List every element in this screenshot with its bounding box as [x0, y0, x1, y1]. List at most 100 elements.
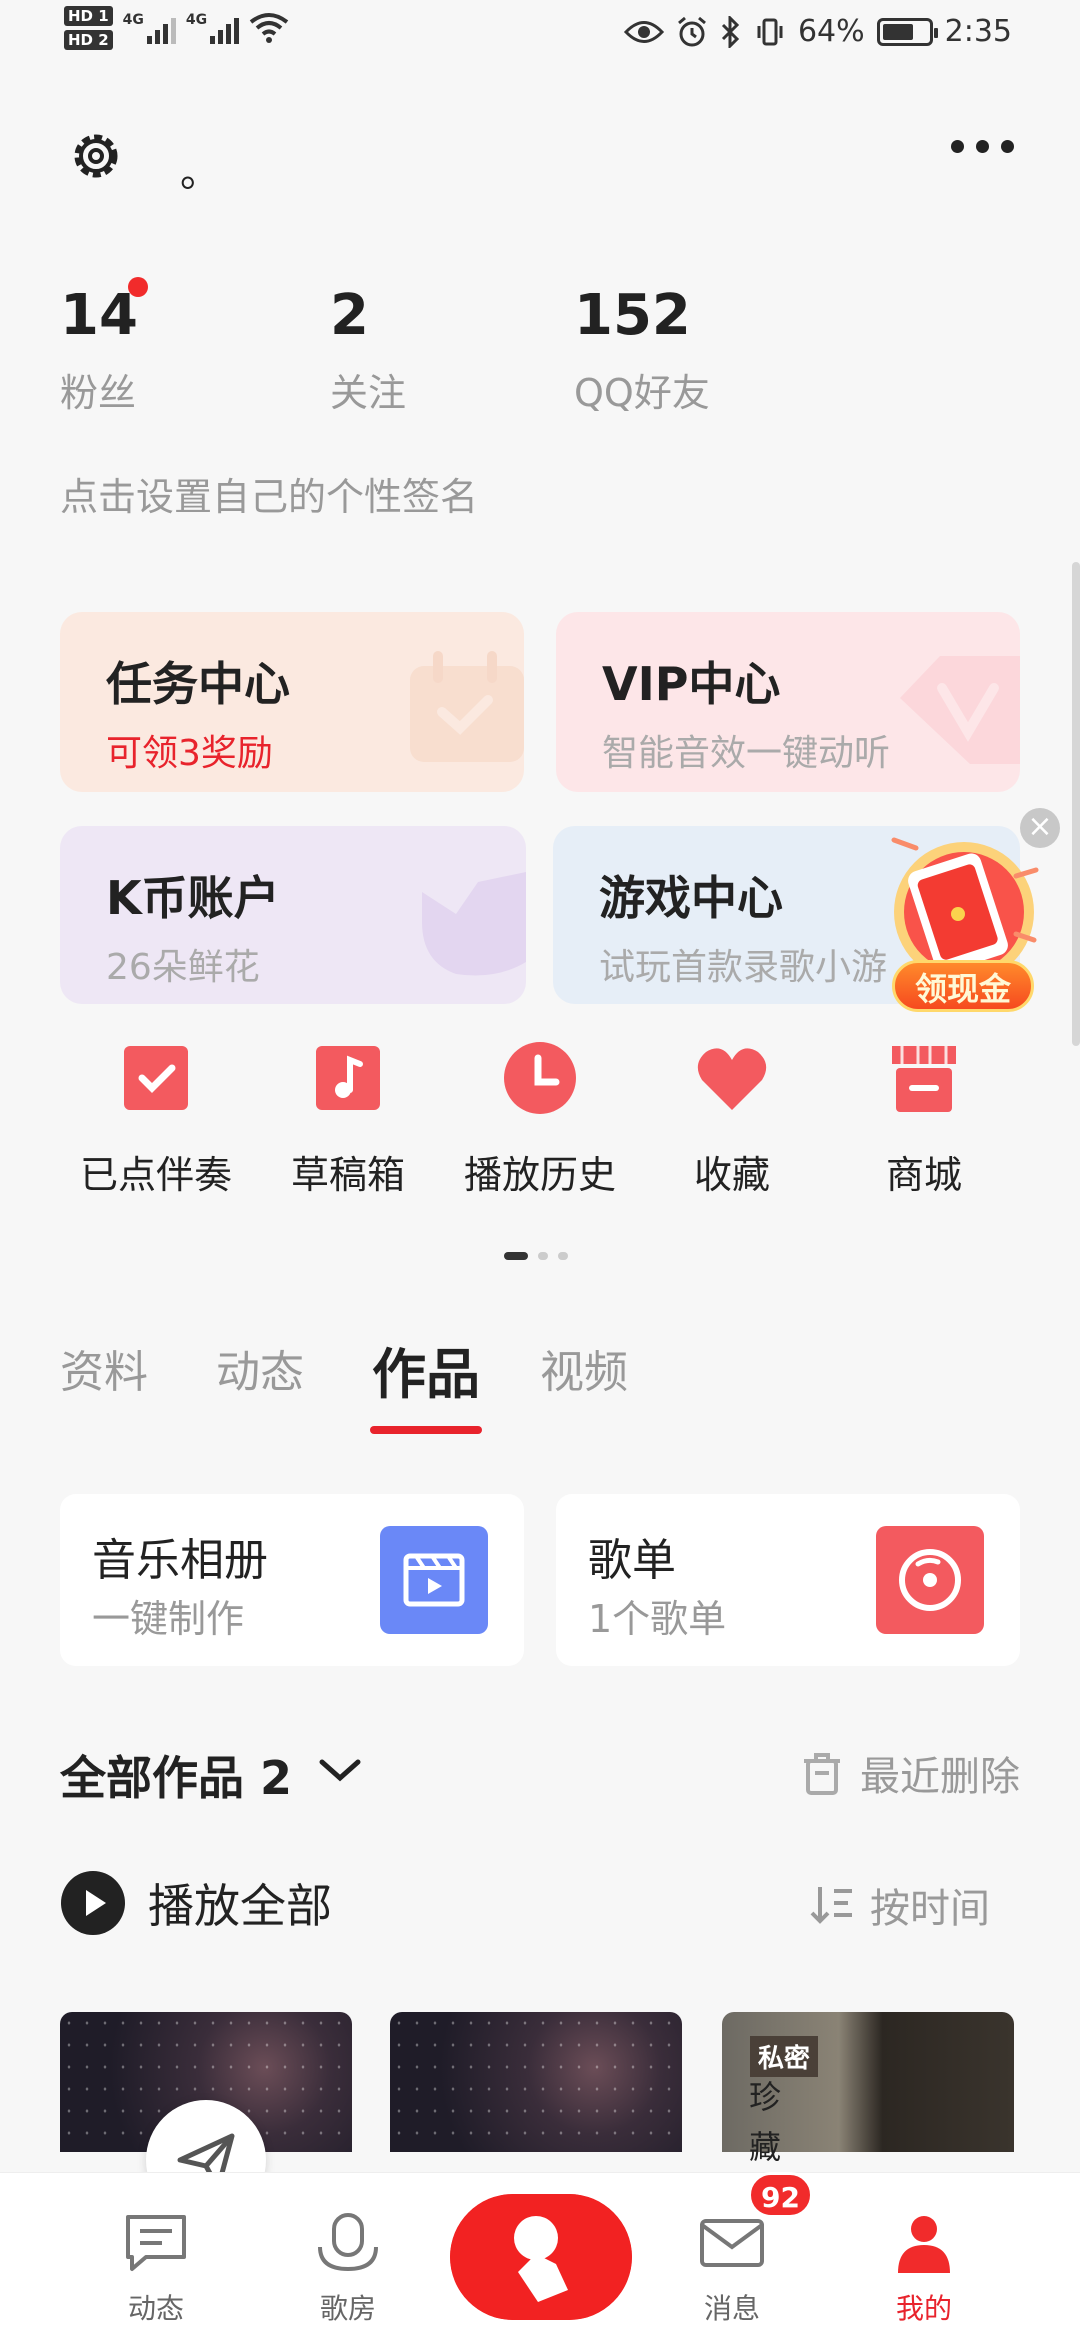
user-icon — [898, 2216, 950, 2273]
video-clapper-icon — [380, 1526, 488, 1634]
task-center-card[interactable]: 任务中心 可领3奖励 — [60, 612, 524, 792]
hd2-indicator: HD 2 — [64, 30, 113, 50]
shortcut-play-history[interactable]: 播放历史 — [450, 1040, 630, 1199]
status-bar: HD 1 HD 2 4G 4G 64% 2:35 — [0, 0, 1080, 72]
sort-by-time-button[interactable]: 按时间 — [810, 1876, 990, 1934]
page-indicator — [504, 1252, 568, 1260]
battery-icon — [876, 17, 938, 46]
nav-label: 歌房 — [319, 2292, 376, 2325]
close-icon[interactable]: × — [1020, 808, 1060, 848]
gear-icon[interactable] — [66, 126, 126, 186]
claim-cash-label[interactable]: 领现金 — [892, 960, 1034, 1012]
all-works-dropdown[interactable]: 全部作品 2 — [60, 1742, 292, 1808]
status-right: 64% 2:35 — [623, 14, 1012, 49]
message-count-badge: 92 — [748, 2172, 813, 2218]
music-note-icon — [316, 1046, 380, 1110]
active-tab-indicator — [370, 1426, 482, 1434]
feed-icon — [126, 2215, 186, 2271]
shortcut-label: 商城 — [885, 1153, 962, 1197]
store-icon — [892, 1046, 956, 1112]
nav-feed[interactable]: 动态 — [96, 2213, 216, 2327]
game-center-title: 游戏中心 — [599, 871, 783, 925]
vip-center-card[interactable]: VIP中心 智能音效一键动听 — [556, 612, 1020, 792]
kcoin-title: K币账户 — [106, 871, 280, 925]
notification-dot — [128, 277, 148, 297]
signal2-icon: 4G — [186, 12, 240, 44]
heart-icon — [697, 1048, 767, 1110]
signature-prompt[interactable]: 点击设置自己的个性签名 — [60, 466, 478, 521]
nav-label: 我的 — [895, 2292, 952, 2325]
recently-deleted-label: 最近删除 — [860, 1754, 1020, 1800]
vip-center-title: VIP中心 — [602, 657, 781, 711]
nav-label: 消息 — [703, 2292, 760, 2325]
playlist-title: 歌单 — [588, 1535, 676, 1586]
vip-center-subtitle: 智能音效一键动听 — [602, 733, 891, 774]
nav-messages[interactable]: 消息 — [672, 2213, 792, 2327]
playlist-card[interactable]: 歌单 1个歌单 — [556, 1494, 1020, 1666]
shortcut-drafts[interactable]: 草稿箱 — [258, 1040, 438, 1199]
shortcut-ordered-accompaniment[interactable]: 已点伴奏 — [66, 1040, 246, 1199]
fans-stat[interactable]: 14 粉丝 — [60, 284, 138, 417]
scrollbar[interactable] — [1072, 562, 1080, 1046]
qq-friends-stat[interactable]: 152 QQ好友 — [574, 284, 710, 417]
clock-icon — [504, 1042, 576, 1114]
sort-icon — [810, 1887, 852, 1924]
game-center-subtitle: 试玩首款录歌小游 — [599, 947, 888, 988]
shortcut-favorites[interactable]: 收藏 — [642, 1040, 822, 1199]
play-all-label: 播放全部 — [148, 1879, 332, 1933]
play-icon — [61, 1871, 125, 1935]
trash-icon — [804, 1753, 840, 1795]
kcoin-account-card[interactable]: K币账户 26朵鲜花 — [60, 826, 526, 1004]
play-all-button[interactable]: 播放全部 — [60, 1870, 332, 1936]
music-album-title: 音乐相册 — [92, 1535, 268, 1586]
eye-icon — [623, 20, 664, 43]
vip-diamond-icon — [900, 656, 1020, 764]
alarm-icon — [677, 16, 706, 46]
signal1-icon: 4G — [123, 12, 176, 44]
shortcut-label: 草稿箱 — [290, 1153, 405, 1197]
music-album-card[interactable]: 音乐相册 一键制作 — [60, 1494, 524, 1666]
mic-icon — [318, 2213, 378, 2272]
hd1-indicator: HD 1 — [64, 6, 113, 26]
vibrate-icon — [757, 18, 783, 45]
work-thumbnail[interactable] — [390, 2012, 682, 2152]
following-count: 2 — [330, 283, 369, 348]
nav-me[interactable]: 我的 — [864, 2213, 984, 2327]
sing-icon[interactable] — [450, 2194, 632, 2320]
following-stat[interactable]: 2 关注 — [330, 284, 406, 417]
tab-videos[interactable]: 视频 — [540, 1336, 628, 1400]
status-left: HD 1 HD 2 4G 4G — [64, 6, 289, 50]
flower-icon — [422, 872, 526, 976]
qq-friends-label: QQ好友 — [574, 371, 710, 415]
nav-label: 动态 — [127, 2292, 184, 2325]
tab-works[interactable]: 作品 — [372, 1330, 480, 1409]
private-tag: 私密 — [750, 2036, 819, 2077]
fans-count: 14 — [60, 283, 138, 348]
nav-karaoke-room[interactable]: 歌房 — [288, 2213, 408, 2327]
task-center-title: 任务中心 — [106, 657, 290, 711]
disc-icon — [876, 1526, 984, 1634]
bluetooth-icon — [721, 15, 740, 48]
wifi-icon — [249, 13, 289, 43]
kcoin-subtitle: 26朵鲜花 — [106, 947, 260, 988]
following-label: 关注 — [330, 371, 407, 415]
playlist-subtitle: 1个歌单 — [588, 1597, 727, 1641]
shortcut-label: 播放历史 — [463, 1153, 616, 1197]
shortcut-label: 已点伴奏 — [79, 1153, 232, 1197]
more-dots-icon[interactable] — [951, 140, 1014, 153]
sort-label: 按时间 — [870, 1886, 990, 1932]
qq-friends-count: 152 — [574, 283, 691, 348]
check-icon — [124, 1046, 188, 1110]
clock-time: 2:35 — [944, 14, 1012, 49]
task-center-subtitle: 可领3奖励 — [106, 733, 273, 774]
shortcut-store[interactable]: 商城 — [834, 1040, 1014, 1199]
tab-moments[interactable]: 动态 — [216, 1336, 304, 1400]
shortcut-label: 收藏 — [693, 1153, 770, 1197]
chevron-down-icon[interactable] — [318, 1756, 362, 1784]
profile-page: HD 1 HD 2 4G 4G 64% 2:35 。 14 粉丝 2 关注 15… — [0, 0, 1080, 2340]
thumbnail-text: 珍藏 — [744, 2080, 782, 2180]
calendar-icon — [410, 651, 524, 762]
nickname[interactable]: 。 — [180, 140, 220, 198]
tab-profile[interactable]: 资料 — [60, 1336, 148, 1400]
recently-deleted-button[interactable]: 最近删除 — [802, 1744, 1020, 1802]
